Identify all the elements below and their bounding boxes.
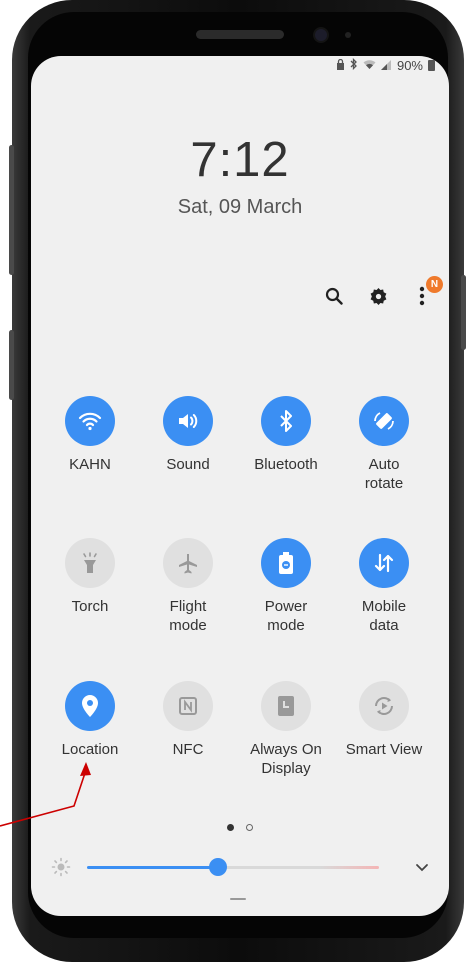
tile-label: KAHN [69, 456, 111, 473]
location-icon[interactable] [65, 681, 115, 731]
bluetooth-icon[interactable] [261, 396, 311, 446]
tile-label: Sound [166, 456, 210, 473]
lock-icon [336, 58, 345, 73]
quick-panel: 90% 7:12 Sat, 09 March N KAHN Sound Blue… [31, 56, 449, 916]
tile-label: Flight mode [169, 598, 207, 634]
tile-sound[interactable]: Sound [139, 396, 237, 474]
tile-label: Power mode [264, 598, 308, 634]
always-on-display-icon[interactable] [261, 681, 311, 731]
tile-auto-rotate[interactable]: Auto rotate [335, 396, 433, 493]
tile-label: Smart View [345, 741, 423, 758]
proximity-sensor [345, 32, 351, 38]
auto-rotate-icon[interactable] [359, 396, 409, 446]
tile-power-mode[interactable]: Power mode [237, 538, 335, 635]
tile-always-on-display[interactable]: Always On Display [237, 681, 335, 778]
status-bar: 90% [336, 57, 435, 73]
earpiece-speaker [196, 30, 284, 39]
brightness-sun-icon [51, 857, 71, 882]
chevron-down-icon[interactable] [415, 860, 429, 878]
power-button [461, 275, 466, 350]
tile-label: Mobile data [361, 598, 407, 634]
sound-icon[interactable] [163, 396, 213, 446]
brightness-slider-thumb[interactable] [209, 858, 228, 876]
page-indicator [31, 824, 449, 831]
tile-label: Location [61, 741, 119, 758]
clock-date: Sat, 09 March [177, 196, 303, 218]
battery-percent: 90% [396, 58, 423, 73]
tile-label: Always On Display [250, 741, 322, 777]
page-dot[interactable] [246, 824, 253, 831]
panel-toolbar: N [323, 276, 443, 307]
brightness-bar [51, 856, 429, 880]
page-dot-active[interactable] [227, 824, 234, 831]
settings-gear-icon[interactable] [367, 285, 389, 307]
tile-mobile-data[interactable]: Mobile data [335, 538, 433, 635]
tile-label: Bluetooth [254, 456, 318, 473]
volume-button [9, 145, 14, 275]
tile-nfc[interactable]: NFC [139, 681, 237, 759]
bluetooth-status-icon [350, 57, 358, 73]
brightness-slider-track[interactable] [87, 866, 379, 869]
signal-icon [380, 59, 392, 73]
tile-torch[interactable]: Torch [41, 538, 139, 616]
tile-wifi[interactable]: KAHN [41, 396, 139, 474]
tile-flight-mode[interactable]: Flight mode [139, 538, 237, 635]
tile-bluetooth[interactable]: Bluetooth [237, 396, 335, 474]
airplane-icon[interactable] [163, 538, 213, 588]
panel-drag-handle[interactable] [230, 898, 246, 900]
torch-icon[interactable] [65, 538, 115, 588]
mobile-data-icon[interactable] [359, 538, 409, 588]
more-options-icon[interactable]: N [411, 276, 443, 307]
nfc-icon[interactable] [163, 681, 213, 731]
tile-label: Torch [71, 598, 109, 615]
wifi-icon[interactable] [65, 396, 115, 446]
battery-icon [428, 60, 435, 71]
front-camera [315, 29, 327, 41]
notification-badge: N [426, 276, 443, 293]
tile-label: NFC [172, 741, 204, 758]
tile-label: Auto rotate [364, 456, 404, 492]
search-icon[interactable] [323, 285, 345, 307]
bixby-button [9, 330, 14, 400]
clock-time: 7:12 [190, 133, 290, 187]
tile-location[interactable]: Location [41, 681, 139, 759]
wifi-status-icon [363, 59, 376, 73]
power-mode-icon[interactable] [261, 538, 311, 588]
smart-view-icon[interactable] [359, 681, 409, 731]
tile-smart-view[interactable]: Smart View [335, 681, 433, 759]
